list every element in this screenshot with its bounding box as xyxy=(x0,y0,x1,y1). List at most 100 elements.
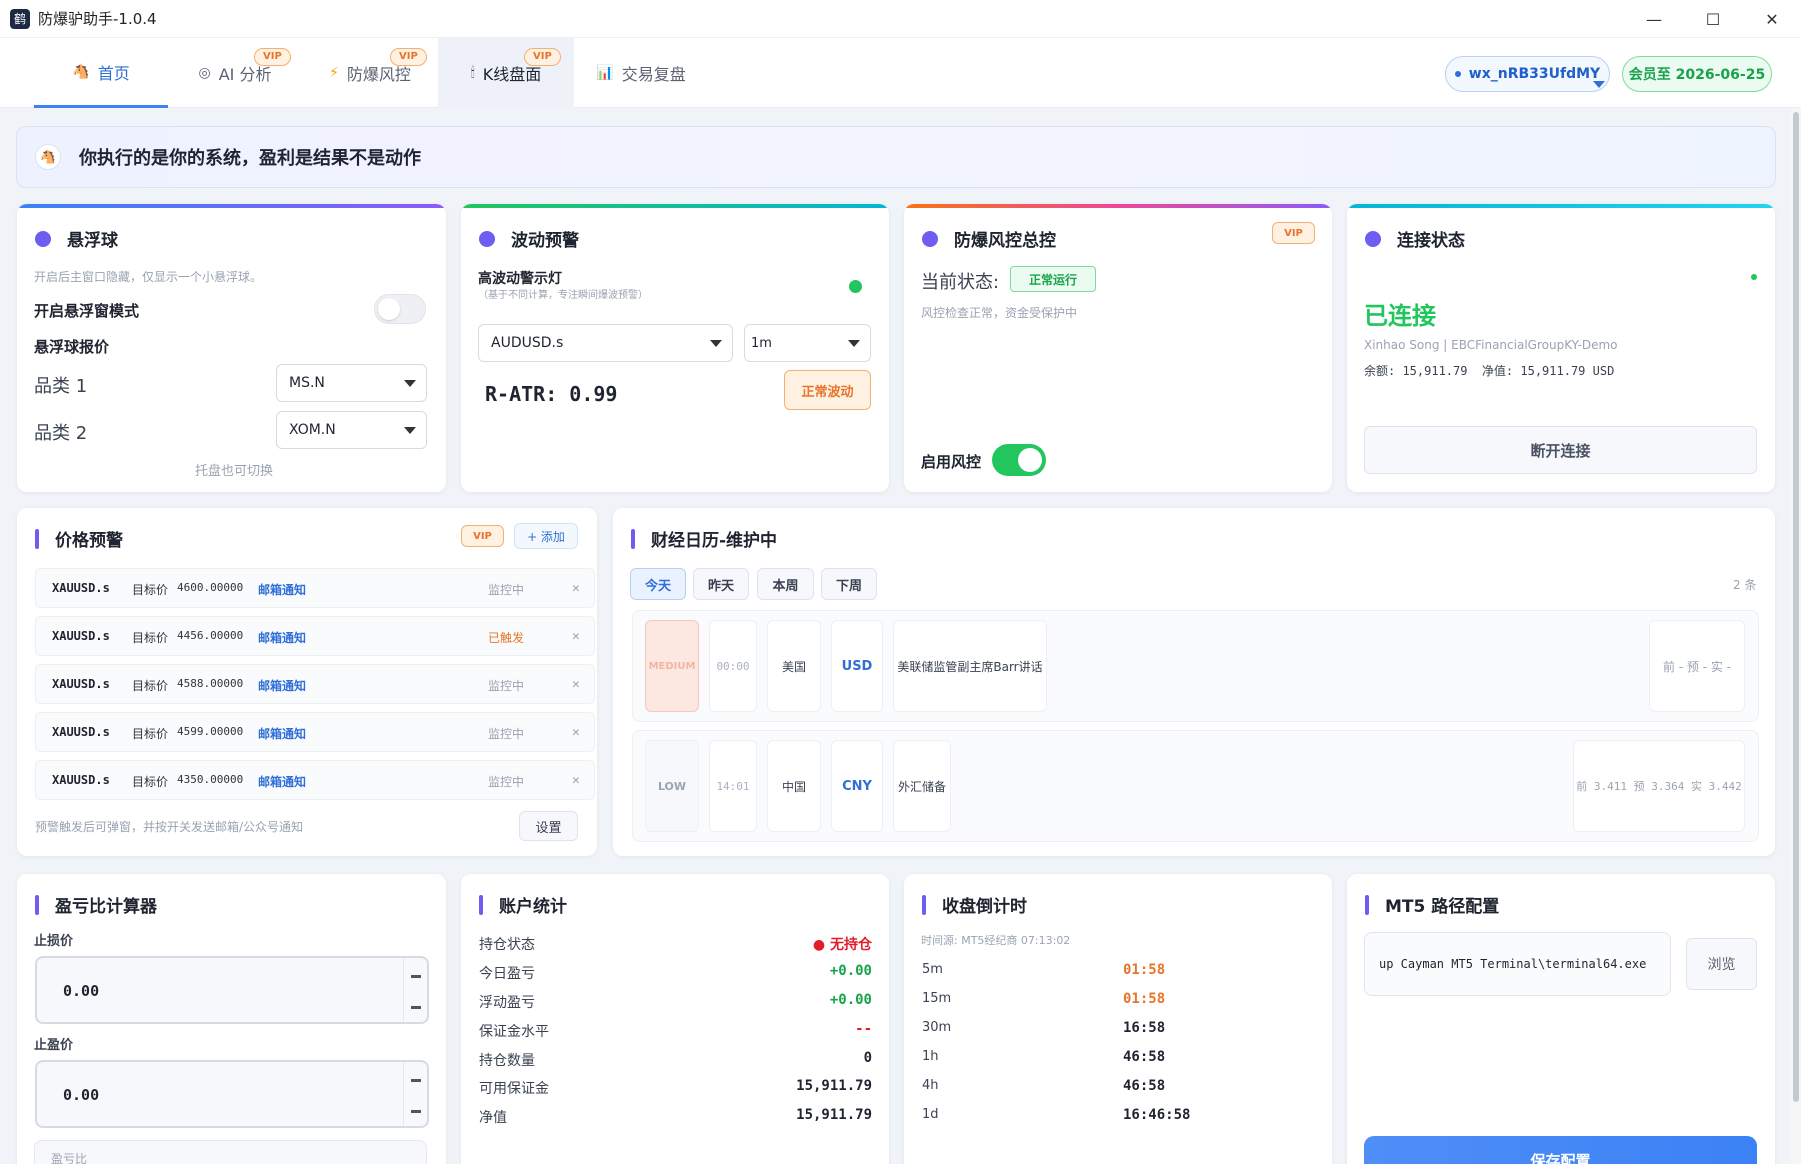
risk-state-label: 当前状态: xyxy=(921,272,1000,293)
risk-state-badge: 正常运行 xyxy=(1010,266,1096,292)
alert-email-notify[interactable]: 邮箱通知 xyxy=(258,629,306,646)
connection-balance: 余额: 15,911.79 净值: 15,911.79 USD xyxy=(1364,364,1615,378)
alert-target-label: 目标价 xyxy=(132,679,169,693)
volatility-symbol-select[interactable]: AUDUSD.s xyxy=(478,324,733,362)
alert-target-price: 4599.00000 xyxy=(177,725,244,738)
volatility-status-badge: 正常波动 xyxy=(784,370,871,410)
membership-badge: 会员至 2026-06-25 xyxy=(1622,56,1772,92)
card-title: 波动预警 xyxy=(479,226,579,251)
maximize-button[interactable]: ☐ xyxy=(1684,0,1742,38)
calendar-event-row[interactable]: MEDIUM 00:00 美国 USD 美联储监管副主席Barr讲话 前 - 预… xyxy=(632,610,1759,722)
toggle-knob xyxy=(378,298,400,320)
app-logo-icon: 鹤 xyxy=(10,8,30,29)
countdown-timeframe: 5m xyxy=(922,962,943,977)
alert-row[interactable]: XAUUSD.s 目标价 4588.00000 邮箱通知 监控中 ✕ xyxy=(35,664,595,704)
close-icon[interactable]: ✕ xyxy=(572,725,580,740)
alert-target-label: 目标价 xyxy=(132,775,169,789)
alert-row[interactable]: XAUUSD.s 目标价 4350.00000 邮箱通知 监控中 ✕ xyxy=(35,760,595,800)
event-currency: USD xyxy=(831,620,883,712)
title-bar-mark xyxy=(35,528,39,549)
tab-home[interactable]: 🐴 首页 xyxy=(34,38,168,108)
minimize-button[interactable]: — xyxy=(1625,0,1683,38)
risk-enable-toggle[interactable] xyxy=(992,444,1046,476)
window-title: 防爆驴助手-1.0.4 xyxy=(38,10,157,28)
card-title: 盈亏比计算器 xyxy=(35,892,157,917)
countdown-source: 时间源: MT5经纪商 07:13:02 xyxy=(921,934,1071,947)
disconnect-button[interactable]: 断开连接 xyxy=(1364,426,1757,474)
alert-target-label: 目标价 xyxy=(132,583,169,597)
browse-button[interactable]: 浏览 xyxy=(1686,938,1757,990)
category1-select[interactable]: MS.N xyxy=(276,364,427,402)
alert-status: 监控中 xyxy=(488,583,525,597)
save-config-button[interactable]: 保存配置 xyxy=(1364,1136,1757,1164)
event-country: 中国 xyxy=(767,740,821,832)
decrement-icon[interactable] xyxy=(411,1006,421,1009)
alert-email-notify[interactable]: 邮箱通知 xyxy=(258,773,306,790)
vip-badge: VIP xyxy=(254,48,291,66)
category2-value: XOM.N xyxy=(289,422,336,438)
tab-risk-control[interactable]: ⚡ 防爆风控 VIP xyxy=(302,38,438,108)
category2-select[interactable]: XOM.N xyxy=(276,411,427,449)
close-icon[interactable]: ✕ xyxy=(572,677,580,692)
alert-row[interactable]: XAUUSD.s 目标价 4600.00000 邮箱通知 监控中 ✕ xyxy=(35,568,595,608)
close-icon[interactable]: ✕ xyxy=(572,629,580,644)
float-ball-footer: 托盘也可切换 xyxy=(195,464,274,479)
connection-account: Xinhao Song | EBCFinancialGroupKY-Demo xyxy=(1364,338,1618,352)
volatility-light-label: 高波动警示灯 xyxy=(478,271,562,287)
take-profit-stepper[interactable] xyxy=(403,1062,427,1126)
calendar-event-row[interactable]: LOW 14:01 中国 CNY 外汇储备 前 3.411 预 3.364 实 … xyxy=(632,730,1759,842)
close-icon[interactable]: ✕ xyxy=(572,773,580,788)
calendar-tab-next-week[interactable]: 下周 xyxy=(821,568,877,600)
mt5-path-input[interactable]: up Cayman MT5 Terminal\terminal64.exe xyxy=(1364,932,1671,996)
close-icon[interactable]: ✕ xyxy=(572,581,580,596)
toggle-knob xyxy=(1018,448,1042,472)
alert-email-notify[interactable]: 邮箱通知 xyxy=(258,725,306,742)
decrement-icon[interactable] xyxy=(411,1110,421,1113)
increment-icon[interactable] xyxy=(411,1079,421,1082)
tab-trade-review[interactable]: 📊 交易复盘 xyxy=(574,38,708,108)
tab-kline-board[interactable]: 🕯 K线盘面 VIP xyxy=(438,38,574,108)
card-title: 财经日历-维护中 xyxy=(631,526,777,551)
volatility-timeframe-select[interactable]: 1m xyxy=(744,324,871,362)
purple-dot-icon xyxy=(479,230,495,247)
card-title-text: 连接状态 xyxy=(1397,231,1465,251)
page-scrollbar[interactable] xyxy=(1791,108,1801,1164)
alert-target-label: 目标价 xyxy=(132,727,169,741)
alert-settings-button[interactable]: 设置 xyxy=(519,811,578,841)
take-profit-input[interactable]: 0.00 xyxy=(35,1060,429,1128)
risk-control-card: 防爆风控总控 VIP 当前状态: 正常运行 风控检查正常，资金受保护中 启用风控 xyxy=(904,204,1332,492)
calendar-tab-today[interactable]: 今天 xyxy=(630,568,686,600)
stop-loss-input[interactable]: 0.00 xyxy=(35,956,429,1024)
event-importance-badge: MEDIUM xyxy=(645,620,699,712)
scrollbar-thumb[interactable] xyxy=(1793,112,1799,1102)
calendar-tab-this-week[interactable]: 本周 xyxy=(757,568,814,600)
user-account-dropdown[interactable]: wx_nRB33UfdMY xyxy=(1445,56,1610,92)
bar-chart-icon: 📊 xyxy=(596,65,614,81)
title-bar-mark xyxy=(631,528,635,549)
alert-email-notify[interactable]: 邮箱通知 xyxy=(258,581,306,598)
float-quote-label: 悬浮球报价 xyxy=(34,338,110,356)
price-alert-card: 价格预警 VIP + 添加 XAUUSD.s 目标价 4600.00000 邮箱… xyxy=(17,508,597,856)
alert-row[interactable]: XAUUSD.s 目标价 4456.00000 邮箱通知 已触发 ✕ xyxy=(35,616,595,656)
countdown-remaining: 46:58 xyxy=(1123,1078,1166,1094)
title-bar-mark xyxy=(922,894,926,915)
add-alert-button[interactable]: + 添加 xyxy=(514,523,578,549)
tab-label: 交易复盘 xyxy=(621,65,686,84)
float-mode-toggle[interactable] xyxy=(374,294,426,324)
take-profit-label: 止盈价 xyxy=(34,1038,74,1053)
take-profit-value: 0.00 xyxy=(63,1086,100,1104)
close-window-button[interactable]: ✕ xyxy=(1743,0,1801,38)
alert-email-notify[interactable]: 邮箱通知 xyxy=(258,677,306,694)
chevron-down-icon xyxy=(404,427,416,434)
alert-row[interactable]: XAUUSD.s 目标价 4599.00000 邮箱通知 监控中 ✕ xyxy=(35,712,595,752)
tab-ai-analysis[interactable]: ◎ AI 分析 VIP xyxy=(168,38,302,108)
stop-loss-stepper[interactable] xyxy=(403,958,427,1022)
increment-icon[interactable] xyxy=(411,975,421,978)
calendar-tab-yesterday[interactable]: 昨天 xyxy=(693,568,749,600)
card-title: 悬浮球 xyxy=(35,226,118,251)
float-ball-hint: 开启后主窗口隐藏，仅显示一个小悬浮球。 xyxy=(34,270,263,284)
ratio-field[interactable]: 盈亏比 xyxy=(34,1140,427,1164)
vip-badge: VIP xyxy=(390,48,427,66)
ratr-value: R-ATR: 0.99 xyxy=(485,382,618,406)
chevron-down-icon xyxy=(404,380,416,387)
